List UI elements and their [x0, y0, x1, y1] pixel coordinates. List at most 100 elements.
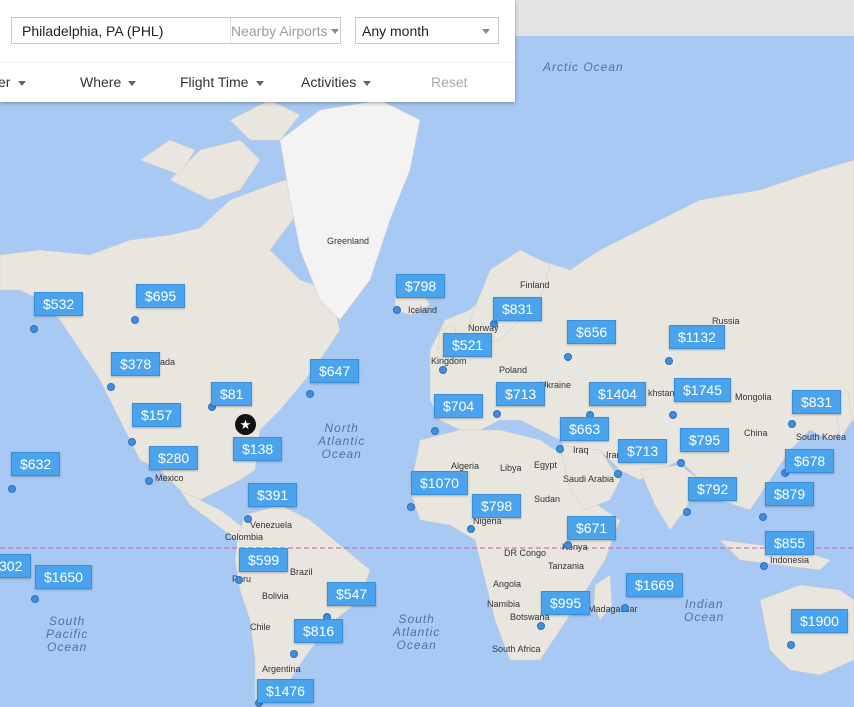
destination-pin[interactable] [131, 316, 139, 324]
price-label[interactable]: $831 [493, 297, 543, 321]
price-label[interactable]: $671 [567, 516, 617, 540]
price-label[interactable]: $816 [294, 619, 344, 643]
price-label[interactable]: $1132 [669, 325, 725, 349]
filter-activities[interactable]: Activities [301, 74, 371, 90]
destination-pin[interactable] [407, 503, 415, 511]
price-label[interactable]: $547 [327, 582, 377, 606]
destination-pin[interactable] [107, 383, 115, 391]
world-map[interactable] [0, 0, 854, 701]
price-label[interactable]: $378 [111, 352, 161, 376]
price-label[interactable]: $1669 [626, 573, 683, 597]
ocean-label-south-atlantic: South Atlantic Ocean [393, 612, 441, 652]
place-label: Indonesia [770, 555, 810, 565]
price-label[interactable]: $138 [233, 437, 283, 461]
price-label[interactable]: $1650 [35, 565, 92, 589]
price-label[interactable]: $280 [149, 446, 199, 470]
destination-pin[interactable] [306, 390, 314, 398]
destination-pin[interactable] [669, 411, 677, 419]
price-label[interactable]: $663 [560, 417, 610, 441]
place-label: Madagascar [588, 604, 638, 614]
price-label[interactable]: $798 [472, 494, 522, 518]
price-label[interactable]: $1476 [257, 679, 314, 703]
price-label[interactable]: $995 [541, 591, 591, 615]
destination-pin[interactable] [431, 427, 439, 435]
origin-input[interactable]: Philadelphia, PA (PHL) Nearby Airports [11, 17, 341, 44]
destination-pin[interactable] [760, 562, 768, 570]
filter-bar: er Where Flight Time Activities Reset [0, 62, 515, 103]
reset-button[interactable]: Reset [431, 74, 468, 90]
chevron-down-icon [482, 29, 490, 34]
destination-pin[interactable] [145, 477, 153, 485]
place-label: Angola [493, 579, 522, 589]
price-label[interactable]: $713 [618, 439, 668, 463]
place-label: Sudan [534, 494, 561, 504]
destination-pin[interactable] [439, 366, 447, 374]
destination-pin[interactable] [128, 438, 136, 446]
price-label[interactable]: 302 [0, 554, 32, 578]
destination-pin[interactable] [677, 459, 685, 467]
destination-pin[interactable] [621, 604, 629, 612]
place-label: Algeria [451, 461, 480, 471]
price-label[interactable]: $855 [765, 531, 815, 555]
destination-pin[interactable] [564, 353, 572, 361]
price-label[interactable]: $632 [11, 452, 61, 476]
price-label[interactable]: $521 [443, 333, 493, 357]
destination-pin[interactable] [490, 320, 498, 328]
price-label[interactable]: $792 [688, 477, 738, 501]
price-label[interactable]: $391 [248, 483, 298, 507]
place-label: Greenland [327, 236, 370, 246]
price-label[interactable]: $1404 [589, 382, 646, 406]
destination-pin[interactable] [614, 470, 622, 478]
place-label: Argentina [262, 664, 301, 674]
price-label[interactable]: $704 [434, 394, 484, 418]
price-label[interactable]: $713 [496, 382, 546, 406]
price-label[interactable]: $647 [310, 359, 360, 383]
destination-pin[interactable] [467, 525, 475, 533]
month-value: Any month [362, 23, 429, 39]
nearby-airports-dropdown[interactable]: Nearby Airports [230, 18, 340, 43]
destination-pin[interactable] [290, 650, 298, 658]
price-label[interactable]: $532 [34, 292, 84, 316]
destination-pin[interactable] [556, 445, 564, 453]
price-label[interactable]: $81 [211, 382, 253, 406]
chevron-down-icon [256, 81, 264, 86]
price-label[interactable]: $157 [132, 403, 182, 427]
destination-pin[interactable] [564, 541, 572, 549]
chevron-down-icon [18, 81, 26, 86]
destination-pin[interactable] [30, 325, 38, 333]
price-label[interactable]: $656 [567, 320, 617, 344]
destination-pin[interactable] [787, 641, 795, 649]
price-label[interactable]: $1745 [674, 378, 731, 402]
price-label[interactable]: $695 [136, 284, 186, 308]
month-dropdown[interactable]: Any month [355, 17, 499, 44]
price-label[interactable]: $795 [680, 428, 730, 452]
nearby-airports-label: Nearby Airports [231, 23, 328, 39]
price-label[interactable]: $879 [765, 482, 815, 506]
destination-pin[interactable] [244, 515, 252, 523]
home-airport-star-icon[interactable]: ★ [235, 414, 256, 435]
destination-pin[interactable] [683, 508, 691, 516]
destination-pin[interactable] [235, 576, 243, 584]
destination-pin[interactable] [759, 513, 767, 521]
destination-pin[interactable] [493, 410, 501, 418]
filter-flight-time[interactable]: Flight Time [180, 74, 264, 90]
filter-where[interactable]: Where [80, 74, 136, 90]
destination-pin[interactable] [665, 357, 673, 365]
price-label[interactable]: $798 [396, 274, 446, 298]
price-label[interactable]: $831 [792, 390, 842, 414]
price-label[interactable]: $678 [785, 449, 835, 473]
price-label[interactable]: $1070 [411, 471, 468, 495]
filter-price[interactable]: er [0, 74, 26, 90]
price-label[interactable]: $599 [239, 548, 289, 572]
destination-pin[interactable] [788, 420, 796, 428]
place-label: Bolivia [262, 591, 289, 601]
destination-pin[interactable] [537, 622, 545, 630]
destination-pin[interactable] [393, 306, 401, 314]
place-label: Colombia [225, 532, 264, 542]
destination-pin[interactable] [8, 485, 16, 493]
price-label[interactable]: $1900 [791, 609, 848, 633]
ocean-label-north-atlantic: North Atlantic Ocean [318, 421, 366, 461]
filter-label: er [0, 74, 11, 90]
destination-pin[interactable] [31, 595, 39, 603]
place-label: khstan [648, 388, 675, 398]
